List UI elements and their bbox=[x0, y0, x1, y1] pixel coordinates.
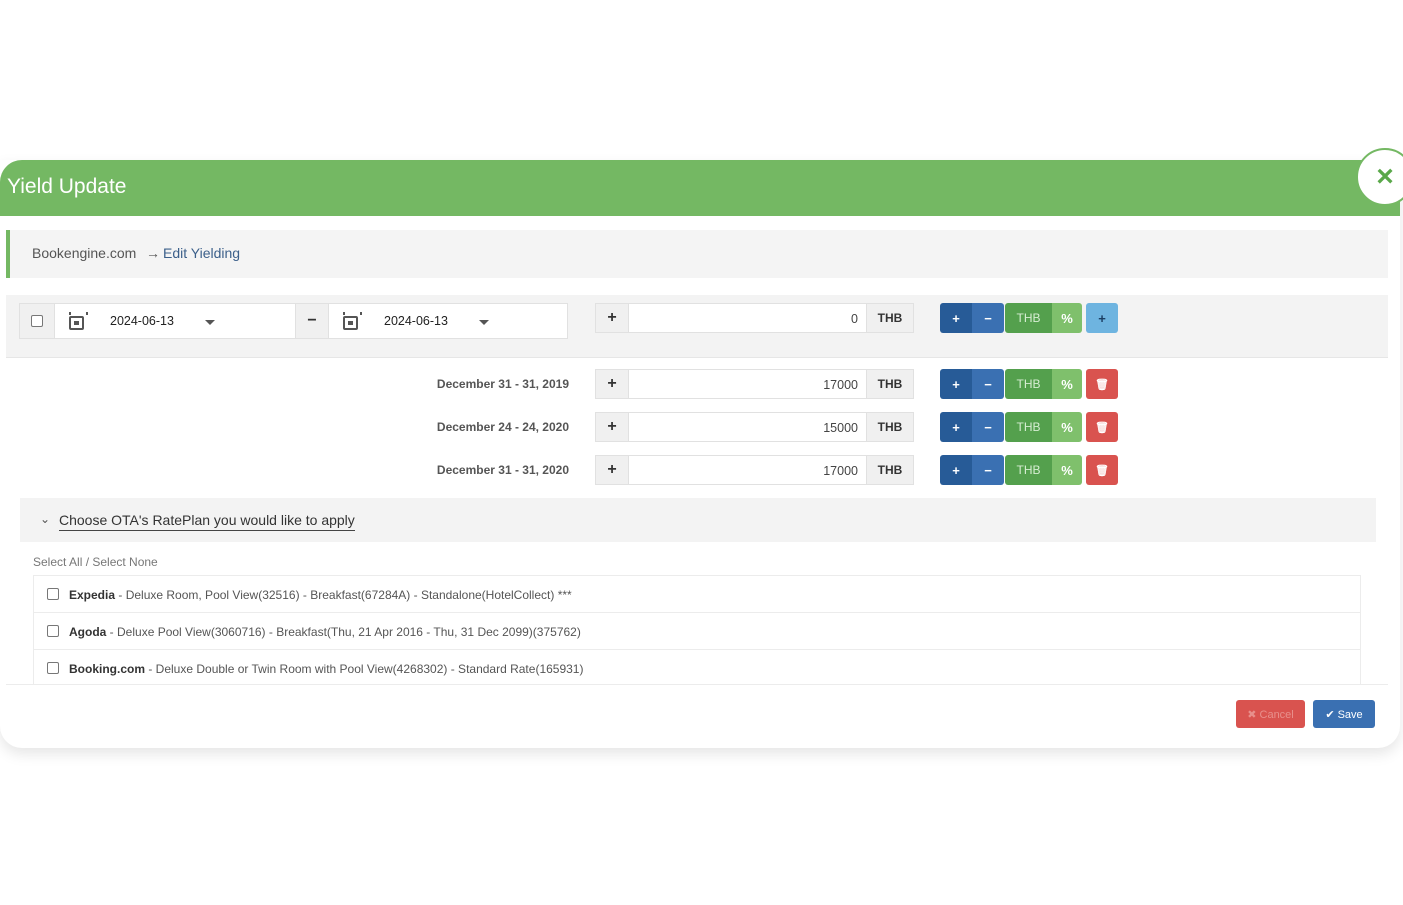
amount-plus-addon: + bbox=[595, 369, 629, 399]
modal-title: Yield Update bbox=[7, 175, 127, 198]
breadcrumb-current-page: Edit Yielding bbox=[163, 245, 241, 261]
percent-mode-button[interactable]: % bbox=[1052, 303, 1082, 333]
decrease-button[interactable]: − bbox=[972, 412, 1004, 442]
percent-mode-button[interactable]: % bbox=[1052, 455, 1082, 485]
list-item[interactable]: Agoda - Deluxe Pool View(3060716) - Brea… bbox=[33, 612, 1361, 650]
ota-panel-title[interactable]: Choose OTA's RatePlan you would like to … bbox=[59, 512, 355, 531]
breadcrumb: Bookengine.com → Edit Yielding bbox=[6, 230, 1388, 278]
add-row-button[interactable]: + bbox=[1086, 303, 1118, 333]
amount-input[interactable]: 17000 bbox=[628, 455, 867, 485]
rateplan-checkbox[interactable] bbox=[47, 662, 59, 674]
percent-mode-button[interactable]: % bbox=[1052, 412, 1082, 442]
trash-icon[interactable]: 🗑 bbox=[1086, 369, 1118, 399]
caret-down-icon bbox=[479, 320, 489, 325]
amount-input[interactable]: 0 bbox=[628, 303, 867, 333]
divider bbox=[6, 684, 1388, 685]
select-all-dates-checkbox[interactable] bbox=[31, 315, 43, 327]
list-item[interactable]: Booking.com - Deluxe Double or Twin Room… bbox=[33, 649, 1361, 685]
trash-icon[interactable]: 🗑 bbox=[1086, 455, 1118, 485]
rateplan-checkbox[interactable] bbox=[47, 588, 59, 600]
select-all-dates-box bbox=[19, 303, 55, 339]
ota-ratepan-panel-header[interactable]: ⌄ Choose OTA's RatePlan you would like t… bbox=[20, 498, 1376, 542]
cancel-button[interactable]: ✖ Cancel bbox=[1236, 700, 1305, 728]
rateplan-detail: - Deluxe Double or Twin Room with Pool V… bbox=[145, 662, 584, 676]
amount-plus-addon: + bbox=[595, 412, 629, 442]
breadcrumb-site[interactable]: Bookengine.com bbox=[32, 245, 136, 261]
decrease-button[interactable]: − bbox=[972, 455, 1004, 485]
increase-button[interactable]: + bbox=[940, 369, 972, 399]
save-button[interactable]: ✔ Save bbox=[1313, 700, 1375, 728]
increase-button[interactable]: + bbox=[940, 455, 972, 485]
yield-update-modal: Yield Update Bookengine.com → Edit Yield… bbox=[0, 160, 1400, 748]
rateplan-detail: - Deluxe Pool View(3060716) - Breakfast(… bbox=[106, 625, 581, 639]
currency-mode-button[interactable]: THB bbox=[1005, 412, 1052, 442]
percent-mode-button[interactable]: % bbox=[1052, 369, 1082, 399]
range-label: December 24 - 24, 2020 bbox=[436, 420, 569, 434]
rateplan-label: Agoda - Deluxe Pool View(3060716) - Brea… bbox=[69, 625, 581, 639]
increase-button[interactable]: + bbox=[940, 303, 972, 333]
currency-addon: THB bbox=[866, 303, 914, 333]
currency-mode-button[interactable]: THB bbox=[1005, 455, 1052, 485]
date-to-picker[interactable]: 2024-06-13 bbox=[328, 303, 568, 339]
calendar-icon bbox=[69, 312, 88, 330]
currency-addon: THB bbox=[866, 455, 914, 485]
range-label: December 31 - 31, 2019 bbox=[436, 377, 569, 391]
currency-mode-button[interactable]: THB bbox=[1005, 303, 1052, 333]
modal-header: Yield Update bbox=[0, 160, 1400, 216]
amount-input[interactable]: 15000 bbox=[628, 412, 867, 442]
list-item[interactable]: Expedia - Deluxe Room, Pool View(32516) … bbox=[33, 575, 1361, 613]
rateplan-label: Expedia - Deluxe Room, Pool View(32516) … bbox=[69, 588, 572, 602]
amount-plus-addon: + bbox=[595, 303, 629, 333]
ota-name: Expedia bbox=[69, 588, 116, 602]
rateplan-checkbox[interactable] bbox=[47, 625, 59, 637]
decrease-button[interactable]: − bbox=[972, 369, 1004, 399]
trash-icon[interactable]: 🗑 bbox=[1086, 412, 1118, 442]
amount-plus-addon: + bbox=[595, 455, 629, 485]
caret-down-icon bbox=[205, 320, 215, 325]
decrease-button[interactable]: − bbox=[972, 303, 1004, 333]
breadcrumb-arrow-icon: → bbox=[146, 245, 160, 261]
currency-mode-button[interactable]: THB bbox=[1005, 369, 1052, 399]
divider bbox=[6, 357, 1388, 358]
increase-button[interactable]: + bbox=[940, 412, 972, 442]
date-to-value: 2024-06-13 bbox=[384, 314, 448, 328]
date-range-separator: − bbox=[295, 303, 329, 339]
chevron-down-icon: ⌄ bbox=[40, 512, 51, 526]
currency-addon: THB bbox=[866, 369, 914, 399]
date-from-value: 2024-06-13 bbox=[110, 314, 174, 328]
rateplan-label: Booking.com - Deluxe Double or Twin Room… bbox=[69, 662, 583, 676]
ota-name: Agoda bbox=[69, 625, 107, 639]
rateplan-detail: - Deluxe Room, Pool View(32516) - Breakf… bbox=[115, 588, 572, 602]
calendar-icon bbox=[343, 312, 362, 330]
filter-row: 2024-06-13 − 2024-06-13 + 0 THB + − THB … bbox=[6, 295, 1388, 357]
date-from-picker[interactable]: 2024-06-13 bbox=[54, 303, 296, 339]
range-label: December 31 - 31, 2020 bbox=[436, 463, 569, 477]
currency-addon: THB bbox=[866, 412, 914, 442]
ota-name: Booking.com bbox=[69, 662, 146, 676]
select-all-none-link[interactable]: Select All / Select None bbox=[33, 555, 158, 569]
amount-input[interactable]: 17000 bbox=[628, 369, 867, 399]
